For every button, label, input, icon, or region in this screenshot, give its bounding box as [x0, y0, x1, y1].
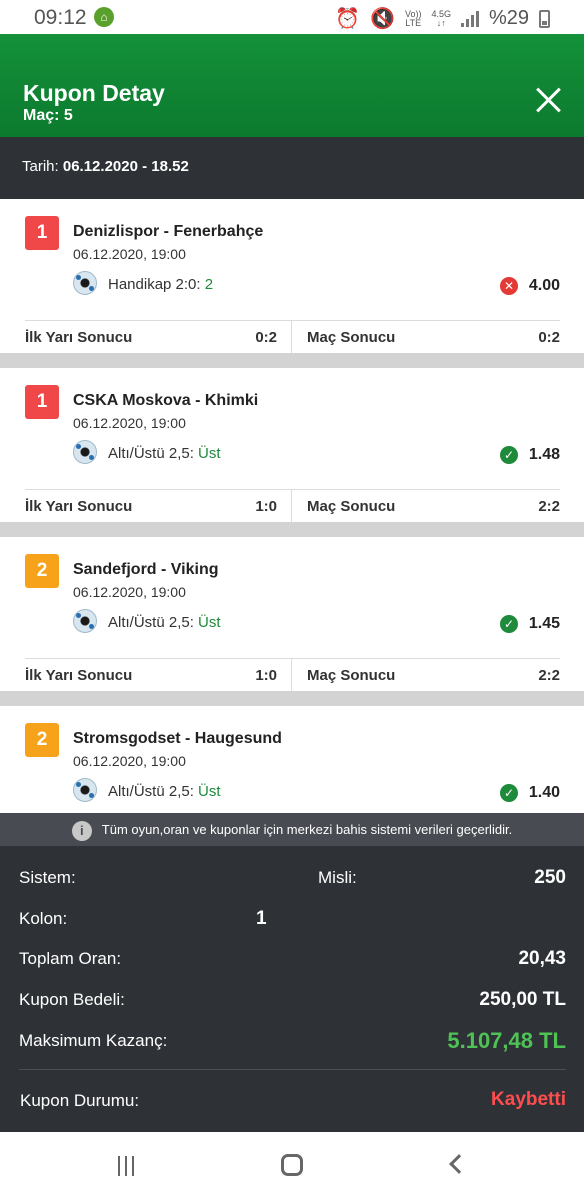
max-win-label: Maksimum Kazanç: [19, 1031, 168, 1050]
divider [291, 321, 292, 354]
coupon-status-value: Kaybetti [491, 1089, 566, 1110]
full-time-label: Maç Sonucu [307, 498, 396, 515]
match-results: İlk Yarı Sonucu 1:0 Maç Sonucu 2:2 [25, 658, 560, 692]
match-odds: 1.48 [528, 446, 560, 463]
bet-selection: Handikap 2:0: 2 [108, 276, 214, 293]
back-icon[interactable] [449, 1154, 469, 1174]
first-half-score: 1:0 [255, 667, 277, 684]
battery-icon [539, 9, 550, 28]
first-half-label: İlk Yarı Sonucu [25, 667, 133, 684]
bet-selection: Altı/Üstü 2,5: Üst [108, 783, 221, 800]
first-half-label: İlk Yarı Sonucu [25, 329, 133, 346]
match-separator [0, 691, 584, 706]
clock: 09:12 [34, 6, 87, 29]
match-badge: 1 [25, 385, 59, 419]
football-icon [73, 440, 97, 464]
total-odds-label: Toplam Oran: [19, 949, 122, 968]
won-check-icon: ✓ [500, 615, 518, 633]
home-app-icon: ⌂ [94, 7, 114, 27]
status-icons: ⏰ 🔇 Vo)) LTE 4.5G ↓↑ %29 [335, 6, 550, 31]
system-nav-bar [0, 1132, 584, 1200]
coupon-summary: Sistem: Misli: 250 Kolon: 1 Toplam Oran:… [0, 846, 584, 1132]
alarm-icon: ⏰ [335, 8, 361, 30]
match-card: 1 Denizlispor - Fenerbahçe 06.12.2020, 1… [0, 199, 584, 368]
lost-icon: ✕ [500, 277, 518, 295]
match-odds: 4.00 [528, 277, 560, 294]
match-count: Maç: 5 [23, 107, 73, 124]
match-teams: Stromsgodset - Haugesund [73, 730, 282, 747]
match-card: 2 Stromsgodset - Haugesund 06.12.2020, 1… [0, 706, 584, 813]
max-win-value: 5.107,48 TL [447, 1028, 566, 1053]
signal-icon [460, 10, 479, 27]
match-teams: Denizlispor - Fenerbahçe [73, 223, 264, 240]
match-date: 06.12.2020, 19:00 [73, 584, 186, 600]
bet-selection: Altı/Üstü 2,5: Üst [108, 614, 221, 631]
match-badge: 1 [25, 216, 59, 250]
mute-icon: 🔇 [370, 8, 395, 30]
match-separator [0, 353, 584, 368]
kolon-label: Kolon: [19, 909, 68, 928]
summary-divider [19, 1069, 566, 1070]
coupon-status-label: Kupon Durumu: [20, 1091, 140, 1110]
home-button-icon[interactable] [281, 1154, 303, 1176]
info-notice: i Tüm oyun,oran ve kuponlar için merkezi … [0, 813, 584, 846]
info-icon: i [71, 820, 92, 841]
football-icon [73, 609, 97, 633]
match-date: 06.12.2020, 19:00 [73, 246, 186, 262]
football-icon [73, 778, 97, 802]
system-label: Sistem: [19, 868, 76, 887]
bet-pick: Üst [198, 445, 221, 462]
first-half-score: 1:0 [255, 498, 277, 515]
divider [291, 490, 292, 523]
first-half-score: 0:2 [255, 329, 277, 346]
match-badge: 2 [25, 723, 59, 757]
date-label: Tarih: [22, 158, 59, 175]
match-teams: CSKA Moskova - Khimki [73, 392, 259, 409]
bet-pick: Üst [198, 783, 221, 800]
battery-percent: %29 [488, 7, 529, 29]
volte-icon: Vo)) LTE [404, 8, 422, 28]
won-check-icon: ✓ [500, 446, 518, 464]
page-title: Kupon Detay [23, 80, 165, 106]
won-check-icon: ✓ [500, 784, 518, 802]
match-card: 2 Sandefjord - Viking 06.12.2020, 19:00 … [0, 537, 584, 706]
full-time-score: 2:2 [538, 667, 560, 684]
coupon-cost-label: Kupon Bedeli: [19, 990, 125, 1009]
match-odds: 1.45 [528, 615, 560, 632]
match-card: 1 CSKA Moskova - Khimki 06.12.2020, 19:0… [0, 368, 584, 537]
match-results: İlk Yarı Sonucu 0:2 Maç Sonucu 0:2 [25, 320, 560, 354]
date-bar: Tarih: 06.12.2020 - 18.52 [0, 137, 584, 199]
first-half-label: İlk Yarı Sonucu [25, 498, 133, 515]
close-icon[interactable] [534, 86, 562, 114]
misli-value: 250 [534, 867, 566, 888]
date-value: 06.12.2020 - 18.52 [62, 158, 189, 175]
match-odds: 1.40 [528, 784, 560, 801]
football-icon [73, 271, 97, 295]
match-date: 06.12.2020, 19:00 [73, 415, 186, 431]
kolon-value: 1 [256, 908, 267, 929]
match-date: 06.12.2020, 19:00 [73, 753, 186, 769]
bet-selection: Altı/Üstü 2,5: Üst [108, 445, 221, 462]
full-time-label: Maç Sonucu [307, 667, 396, 684]
match-list[interactable]: 1 Denizlispor - Fenerbahçe 06.12.2020, 1… [0, 199, 584, 813]
total-odds-value: 20,43 [518, 948, 566, 969]
full-time-score: 2:2 [538, 498, 560, 515]
bet-pick: 2 [204, 276, 214, 293]
full-time-label: Maç Sonucu [307, 329, 396, 346]
recent-apps-icon[interactable] [118, 1156, 138, 1176]
coupon-cost-value: 250,00 TL [479, 989, 566, 1010]
divider [291, 659, 292, 692]
match-badge: 2 [25, 554, 59, 588]
info-text: Tüm oyun,oran ve kuponlar için merkezi b… [101, 822, 513, 837]
misli-label: Misli: [318, 868, 357, 887]
match-results: İlk Yarı Sonucu 1:0 Maç Sonucu 2:2 [25, 489, 560, 523]
app-header: Kupon Detay Maç: 5 [0, 34, 584, 137]
status-bar: 09:12 ⌂ ⏰ 🔇 Vo)) LTE 4.5G ↓↑ %29 [0, 0, 584, 34]
data-4g-icon: 4.5G ↓↑ [431, 8, 451, 28]
match-teams: Sandefjord - Viking [73, 561, 219, 578]
bet-pick: Üst [198, 614, 221, 631]
match-separator [0, 522, 584, 537]
full-time-score: 0:2 [538, 329, 560, 346]
